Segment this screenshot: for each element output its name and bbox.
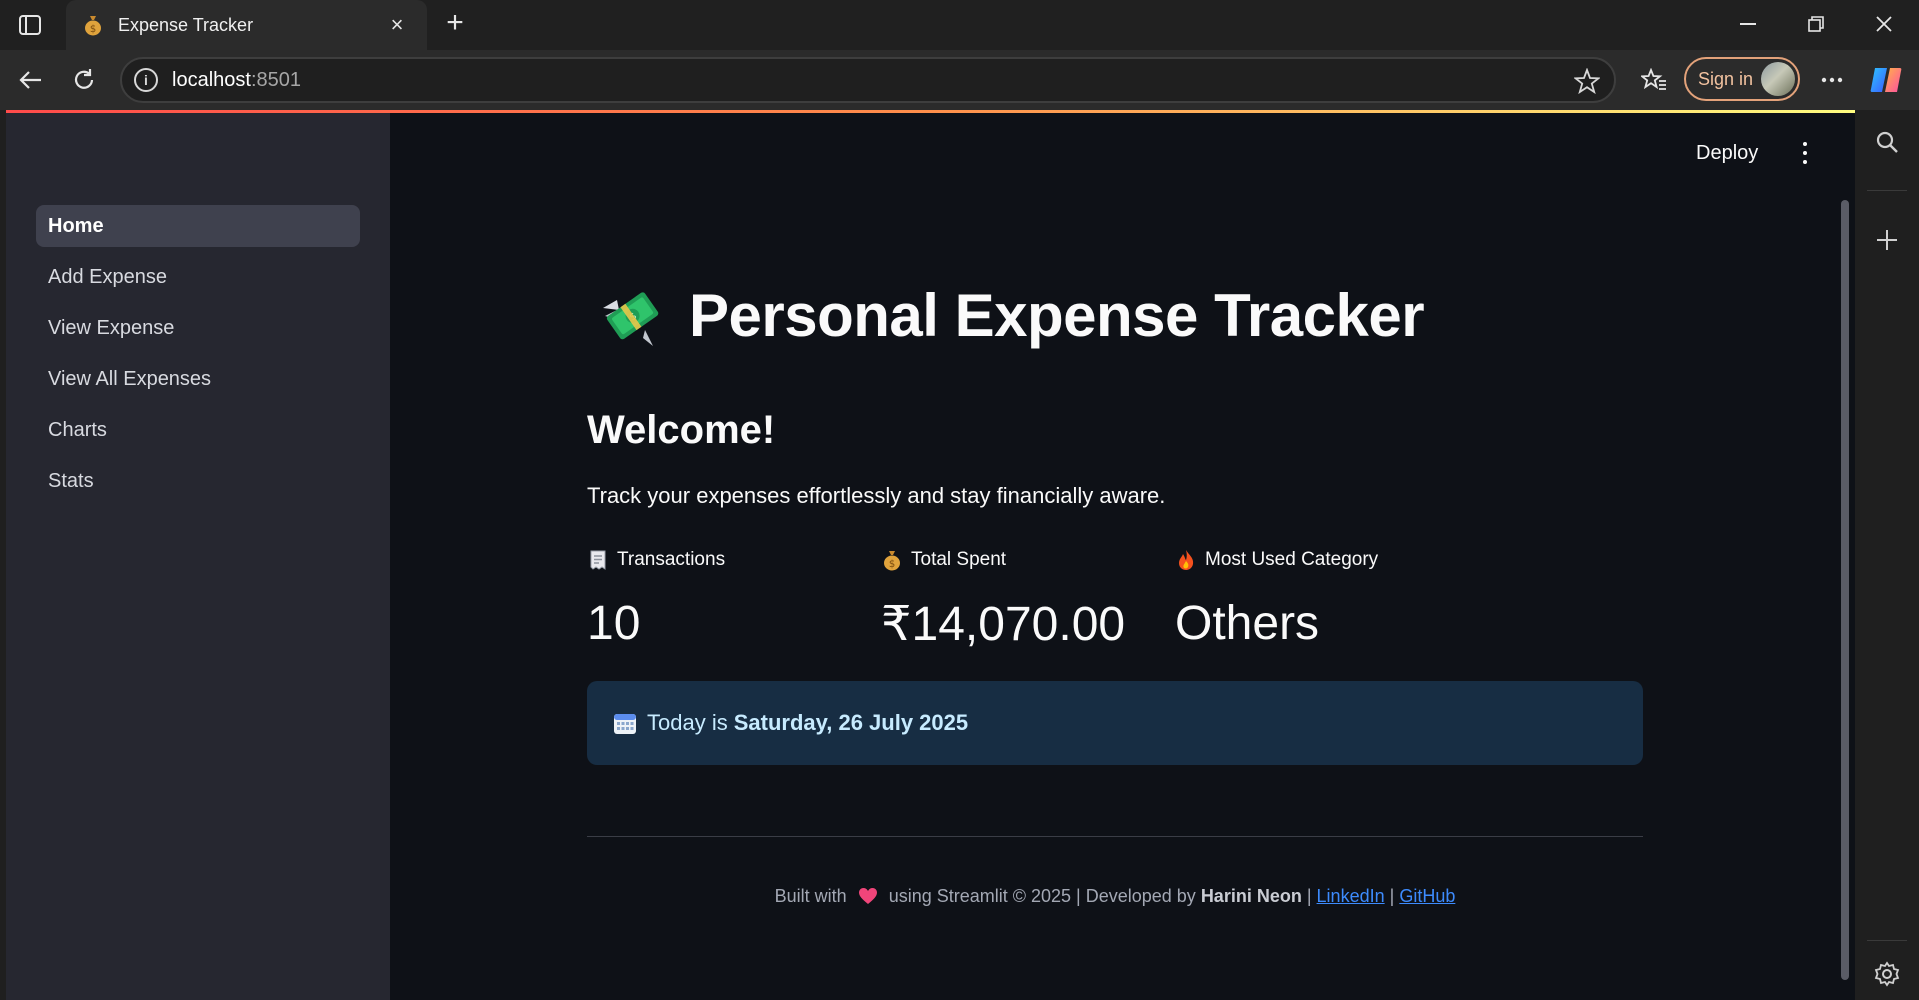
current-date: Saturday, 26 July 2025 (733, 710, 969, 735)
svg-text:$: $ (90, 24, 96, 35)
sidebar-item-view-all-expenses[interactable]: View All Expenses (36, 358, 360, 400)
search-icon[interactable] (1871, 126, 1903, 158)
footer-developer: Harini Neon (1200, 886, 1302, 906)
money-with-wings-icon: $ (597, 280, 667, 350)
browser-side-panel (1855, 110, 1919, 1000)
receipt-icon (587, 549, 609, 571)
reload-icon[interactable] (66, 62, 102, 98)
sidebar-item-add-expense[interactable]: Add Expense (36, 256, 360, 298)
browser-tab-bar: $ Expense Tracker × + (0, 0, 1919, 50)
url-input[interactable]: i localhost :8501 (120, 57, 1616, 103)
metric-label: Transactions (617, 549, 726, 570)
tab-actions-icon[interactable] (14, 10, 46, 40)
svg-text:$: $ (889, 559, 895, 570)
money-bag-icon: $ (82, 14, 104, 36)
settings-gear-icon[interactable] (1871, 958, 1903, 990)
divider (1867, 940, 1907, 941)
date-prefix: Today is (647, 710, 728, 735)
money-bag-icon: $ (881, 549, 903, 571)
close-window-icon[interactable] (1850, 0, 1918, 48)
sidebar-item-charts[interactable]: Charts (36, 409, 360, 451)
welcome-heading: Welcome! (587, 408, 776, 452)
sidebar-item-home[interactable]: Home (36, 205, 360, 247)
favorites-icon[interactable] (1636, 62, 1672, 98)
sidebar-item-stats[interactable]: Stats (36, 460, 360, 502)
close-tab-icon[interactable]: × (383, 12, 411, 38)
page-title: $ Personal Expense Tracker (597, 280, 1425, 350)
more-options-icon[interactable] (1814, 62, 1850, 98)
github-link[interactable]: GitHub (1399, 886, 1455, 906)
browser-tab[interactable]: $ Expense Tracker × (66, 0, 427, 50)
metric-value: ₹14,070.00 (881, 598, 1126, 651)
tab-title: Expense Tracker (118, 14, 254, 35)
main-menu-icon[interactable] (1800, 142, 1810, 166)
app-title: Personal Expense Tracker (689, 281, 1425, 349)
url-host: localhost (172, 68, 251, 91)
minimize-icon[interactable] (1714, 0, 1782, 48)
footer-built-with: Built with (774, 886, 847, 906)
fire-icon (1175, 549, 1197, 571)
tagline: Track your expenses effortlessly and sta… (587, 483, 1166, 508)
metric-transactions: Transactions 10 (587, 546, 725, 651)
footer-separator: | (1389, 886, 1395, 906)
divider (1867, 190, 1907, 191)
metric-label: Total Spent (911, 549, 1007, 570)
linkedin-link[interactable]: LinkedIn (1317, 886, 1385, 906)
app-viewport: Home Add Expense View Expense View All E… (6, 110, 1855, 1000)
date-info-box: Today is Saturday, 26 July 2025 (587, 681, 1643, 765)
restore-icon[interactable] (1782, 0, 1850, 48)
sidebar: Home Add Expense View Expense View All E… (6, 113, 390, 1000)
new-tab-icon[interactable]: + (438, 8, 472, 42)
browser-address-bar: i localhost :8501 Sign in (0, 50, 1919, 110)
sign-in-label: Sign in (1698, 68, 1754, 89)
site-info-icon[interactable]: i (134, 68, 158, 92)
main-content: $ Personal Expense Tracker Welcome! Trac… (587, 110, 1646, 1000)
divider (587, 836, 1643, 837)
scrollbar[interactable] (1841, 200, 1849, 980)
url-port: :8501 (250, 68, 301, 91)
heart-icon (858, 887, 878, 905)
favorite-star-icon[interactable] (1573, 67, 1601, 99)
deploy-button[interactable]: Deploy (1696, 142, 1758, 165)
sidebar-item-view-expense[interactable]: View Expense (36, 307, 360, 349)
footer-separator: | (1306, 886, 1312, 906)
footer-using: using Streamlit © 2025 | Developed by (888, 886, 1196, 906)
metric-most-used-category: Most Used Category Others (1175, 546, 1378, 651)
back-icon[interactable] (12, 62, 48, 98)
sign-in-button[interactable]: Sign in (1684, 57, 1800, 101)
metric-value: Others (1175, 597, 1320, 650)
metric-total-spent: $ Total Spent ₹14,070.00 (881, 546, 1125, 652)
footer: Built with using Streamlit © 2025 | Deve… (587, 886, 1643, 907)
metric-value: 10 (587, 597, 641, 650)
avatar (1761, 62, 1795, 96)
copilot-icon[interactable] (1868, 62, 1904, 98)
add-icon[interactable] (1871, 224, 1903, 256)
calendar-icon (613, 711, 637, 735)
metric-label: Most Used Category (1205, 549, 1379, 570)
